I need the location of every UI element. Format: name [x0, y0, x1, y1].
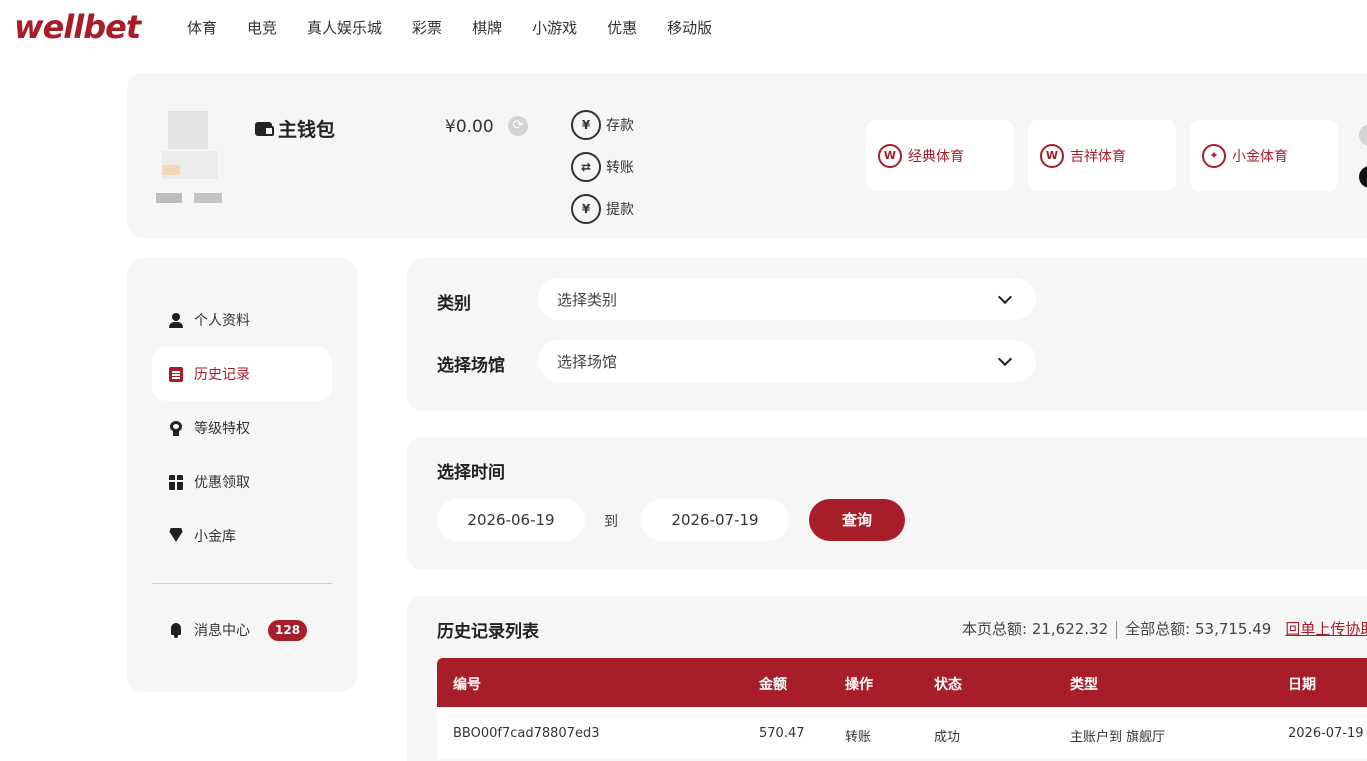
nav-sports[interactable]: 体育 [187, 17, 217, 38]
wallet-balance: ¥0.00 [445, 117, 494, 137]
venue-lucky-sports[interactable]: W 吉祥体育 [1028, 120, 1176, 191]
account-sidebar: 个人资料 历史记录 等级特权 优惠领取 小金库 消息中心 128 [127, 258, 357, 692]
sidebar-item-history[interactable]: 历史记录 [152, 347, 332, 401]
venue-buttons: W 经典体育 W 吉祥体育 ✦ 小金体育 [866, 120, 1338, 191]
column-amount[interactable]: 金额 [759, 674, 787, 694]
table-row[interactable]: BBO00f7cad78807ed3 570.47 转账 成功 主账户到 旗舰厅… [437, 707, 1367, 759]
time-title: 选择时间 [437, 463, 505, 483]
withdraw-icon: ¥ [571, 194, 601, 224]
main-nav: 体育 电竞 真人娱乐城 彩票 棋牌 小游戏 优惠 移动版 [187, 17, 742, 38]
filter-panel: 类别 选择类别 选择场馆 选择场馆 [407, 258, 1367, 411]
wallet-title-text: 主钱包 [278, 119, 336, 141]
category-label: 类别 [437, 294, 471, 314]
history-title: 历史记录列表 [437, 622, 539, 642]
message-count-badge: 128 [268, 619, 308, 641]
cell-operation: 转账 [845, 730, 872, 745]
start-date-input[interactable]: 2026-06-19 [437, 499, 585, 541]
history-table: 编号 金额 操作 状态 类型 日期 BBO00f7cad78807ed3 570… [437, 658, 1367, 759]
nav-mini-games[interactable]: 小游戏 [532, 17, 577, 38]
column-type[interactable]: 类型 [1070, 674, 1098, 694]
history-summary: 本页总额: 21,622.32 全部总额: 53,715.49 回单上传协助 [962, 618, 1367, 639]
venue-classic-sports[interactable]: W 经典体育 [866, 120, 1014, 191]
column-date[interactable]: 日期 [1288, 674, 1316, 694]
nav-esports[interactable]: 电竞 [247, 17, 277, 38]
lucky-sports-icon: W [1040, 143, 1064, 168]
to-label: 到 [604, 514, 618, 530]
chevron-down-icon [997, 351, 1013, 367]
venue-select[interactable]: 选择场馆 [538, 340, 1036, 382]
wallet-actions: ¥ 存款 ⇄ 转账 ¥ 提款 [571, 104, 634, 230]
nav-live-casino[interactable]: 真人娱乐城 [307, 17, 382, 38]
nav-mobile[interactable]: 移动版 [667, 17, 712, 38]
scroll-right-icon[interactable] [1359, 166, 1367, 188]
wallet-icon [255, 121, 274, 136]
column-operation[interactable]: 操作 [845, 674, 873, 694]
nav-board-games[interactable]: 棋牌 [472, 17, 502, 38]
cell-type: 主账户到 旗舰厅 [1070, 730, 1166, 745]
end-date-input[interactable]: 2026-07-19 [641, 499, 789, 541]
deposit-button[interactable]: ¥ 存款 [571, 104, 634, 146]
nav-promotions[interactable]: 优惠 [607, 17, 637, 38]
cell-amount: 570.47 [759, 726, 805, 741]
sidebar-item-messages[interactable]: 消息中心 128 [152, 603, 332, 657]
category-select[interactable]: 选择类别 [538, 278, 1036, 320]
medal-icon [169, 420, 183, 436]
upload-receipt-link[interactable]: 回单上传协助 [1285, 620, 1367, 638]
venue-label: 选择场馆 [437, 356, 505, 376]
cell-id: BBO00f7cad78807ed3 [453, 726, 600, 741]
cell-status: 成功 [934, 730, 961, 745]
sidebar-item-profile[interactable]: 个人资料 [152, 293, 332, 347]
column-status[interactable]: 状态 [934, 674, 962, 694]
gift-icon [169, 474, 183, 490]
cell-date: 2026-07-19 [1288, 726, 1364, 741]
nav-lottery[interactable]: 彩票 [412, 17, 442, 38]
diamond-icon [169, 527, 183, 544]
refresh-icon[interactable]: ⟳ [508, 116, 528, 136]
scroll-left-icon[interactable] [1359, 124, 1367, 146]
sidebar-divider [152, 583, 332, 584]
summary-divider [1116, 620, 1118, 639]
withdraw-button[interactable]: ¥ 提款 [571, 188, 634, 230]
avatar [154, 103, 226, 213]
bell-icon [169, 622, 183, 638]
query-button[interactable]: 查询 [809, 499, 905, 541]
chevron-down-icon [997, 289, 1013, 305]
history-panel: 历史记录列表 本页总额: 21,622.32 全部总额: 53,715.49 回单上… [407, 596, 1367, 761]
transfer-icon: ⇄ [571, 152, 601, 182]
document-icon [169, 366, 183, 382]
deposit-icon: ¥ [571, 110, 601, 140]
top-navigation: wellbet 体育 电竞 真人娱乐城 彩票 棋牌 小游戏 优惠 移动版 [0, 0, 1367, 56]
column-id[interactable]: 编号 [453, 674, 481, 694]
sidebar-item-vault[interactable]: 小金库 [152, 509, 332, 563]
wallet-card: 主钱包 ¥0.00 ⟳ ¥ 存款 ⇄ 转账 ¥ 提款 W 经典体育 W 吉祥体育… [127, 73, 1367, 238]
table-header: 编号 金额 操作 状态 类型 日期 [437, 658, 1367, 707]
user-icon [169, 312, 183, 328]
all-total: 全部总额: 53,715.49 [1125, 620, 1272, 638]
page-total: 本页总额: 21,622.32 [962, 620, 1109, 638]
transfer-button[interactable]: ⇄ 转账 [571, 146, 634, 188]
wellbet-logo[interactable]: wellbet [14, 8, 141, 46]
wallet-title: 主钱包 [255, 115, 335, 142]
venue-gold-sports[interactable]: ✦ 小金体育 [1190, 120, 1338, 191]
time-panel: 选择时间 2026-06-19 到 2026-07-19 查询 [407, 437, 1367, 570]
sidebar-item-promotions[interactable]: 优惠领取 [152, 455, 332, 509]
sidebar-item-vip[interactable]: 等级特权 [152, 401, 332, 455]
classic-sports-icon: W [878, 143, 902, 168]
gold-sports-icon: ✦ [1202, 143, 1226, 168]
